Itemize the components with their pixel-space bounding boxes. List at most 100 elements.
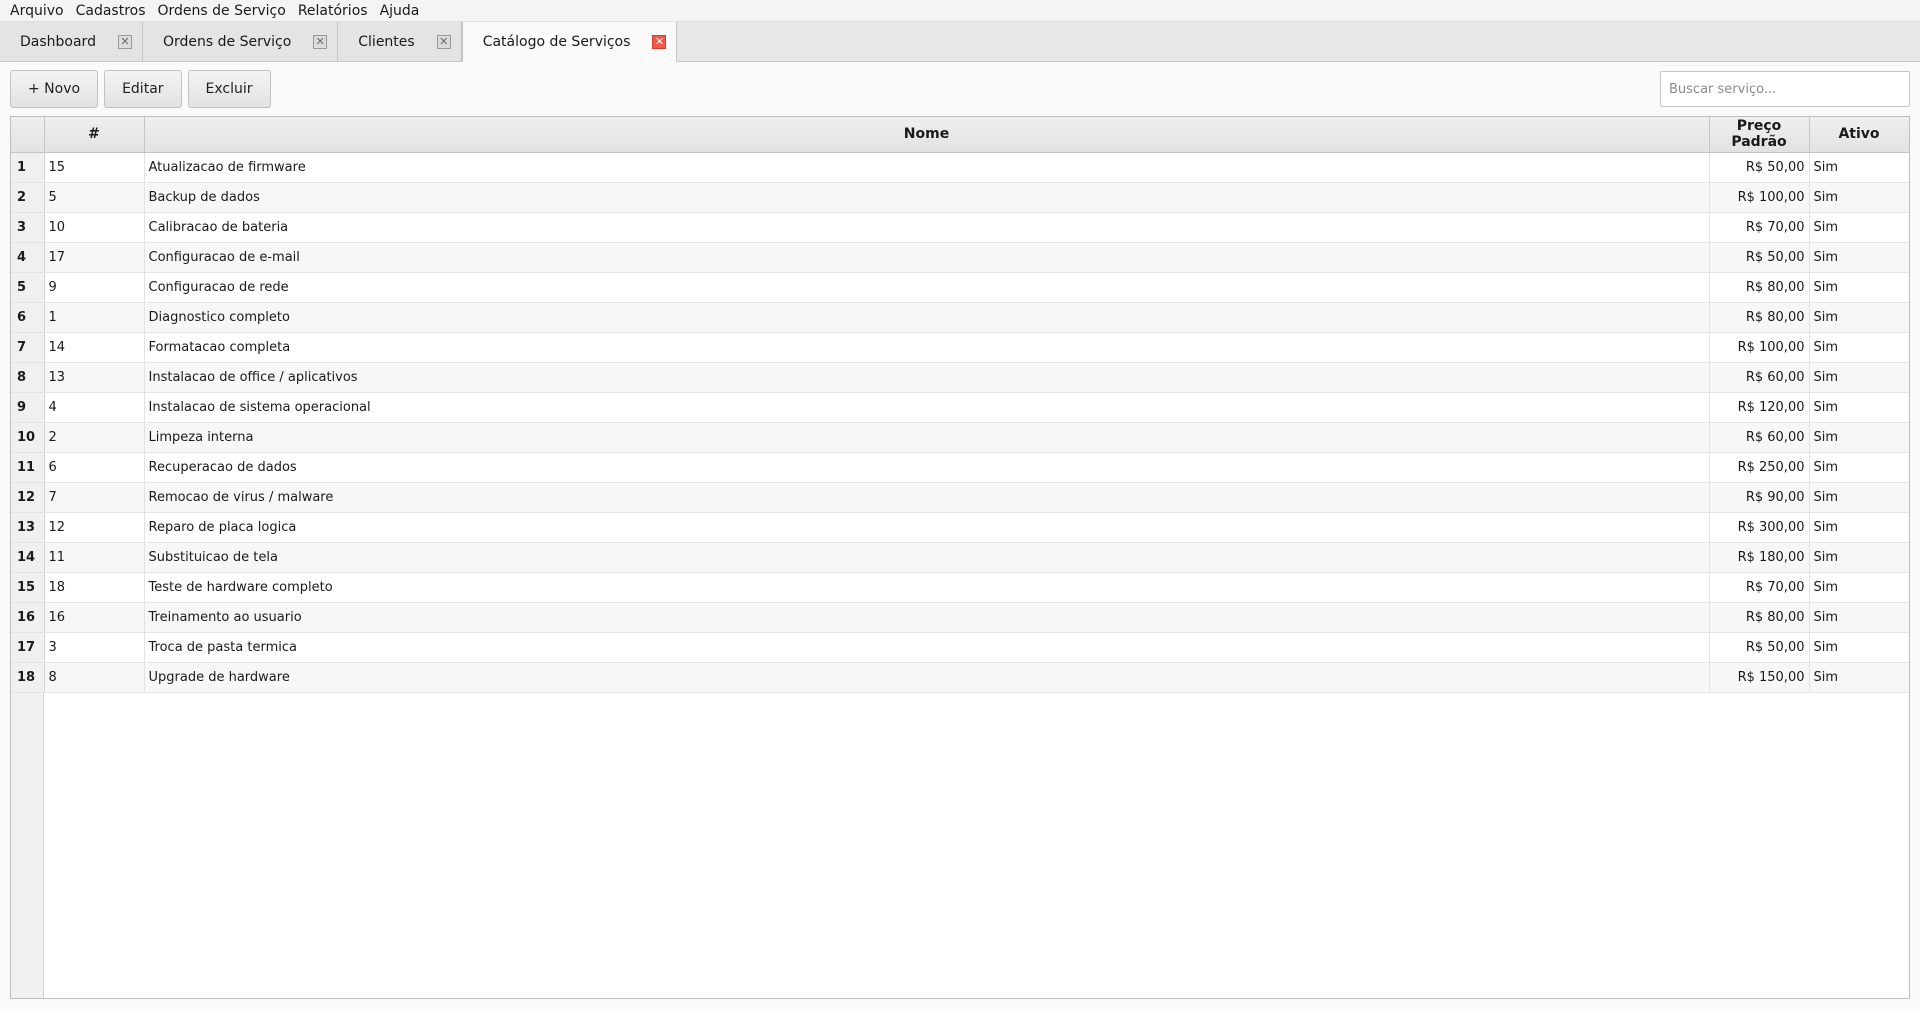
table-row[interactable]: 18 8 Upgrade de hardware R$ 150,00 Sim (11, 662, 1909, 693)
cell-ativo: Sim (1809, 212, 1909, 243)
cell-preco: R$ 70,00 (1709, 572, 1810, 603)
table-row[interactable]: 14 11 Substituicao de tela R$ 180,00 Sim (11, 542, 1909, 573)
close-icon[interactable]: ✕ (313, 34, 328, 49)
cell-ativo: Sim (1809, 542, 1909, 573)
table-row[interactable]: 10 2 Limpeza interna R$ 60,00 Sim (11, 422, 1909, 453)
menu-arquivo[interactable]: Arquivo (4, 0, 70, 22)
cell-nome: Configuracao de e-mail (144, 242, 1710, 273)
cell-id: 7 (44, 482, 145, 513)
tab-label: Catálogo de Serviços (482, 33, 631, 50)
cell-id: 17 (44, 242, 145, 273)
column-header-nome[interactable]: Nome (144, 117, 1710, 153)
menu-ajuda[interactable]: Ajuda (374, 0, 426, 22)
cell-nome: Treinamento ao usuario (144, 602, 1710, 633)
row-number: 12 (11, 482, 45, 513)
table-row[interactable]: 15 18 Teste de hardware completo R$ 70,00 Si… (11, 572, 1909, 603)
cell-id: 2 (44, 422, 145, 453)
cell-ativo: Sim (1809, 242, 1909, 273)
cell-id: 6 (44, 452, 145, 483)
table-row[interactable]: 2 5 Backup de dados R$ 100,00 Sim (11, 182, 1909, 213)
cell-id: 4 (44, 392, 145, 423)
cell-nome: Configuracao de rede (144, 272, 1710, 303)
tab-label: Clientes (358, 33, 415, 50)
cell-ativo: Sim (1809, 512, 1909, 543)
cell-nome: Backup de dados (144, 182, 1710, 213)
cell-id: 9 (44, 272, 145, 303)
table-row[interactable]: 6 1 Diagnostico completo R$ 80,00 Sim (11, 302, 1909, 333)
table-row[interactable]: 12 7 Remocao de virus / malware R$ 90,00 Sim (11, 482, 1909, 513)
cell-nome: Atualizacao de firmware (144, 152, 1710, 183)
close-icon[interactable]: ✕ (117, 34, 132, 49)
menu-ordens-de-servico[interactable]: Ordens de Serviço (152, 0, 292, 22)
table-row[interactable]: 13 12 Reparo de placa logica R$ 300,00 Sim (11, 512, 1909, 543)
cell-ativo: Sim (1809, 452, 1909, 483)
menu-relatorios[interactable]: Relatórios (292, 0, 374, 22)
table-row[interactable]: 7 14 Formatacao completa R$ 100,00 Sim (11, 332, 1909, 363)
cell-nome: Substituicao de tela (144, 542, 1710, 573)
cell-id: 18 (44, 572, 145, 603)
new-button[interactable]: + Novo (10, 70, 99, 108)
tab-ordens-de-servico[interactable]: Ordens de Serviço ✕ (142, 22, 339, 61)
cell-preco: R$ 100,00 (1709, 182, 1810, 213)
services-table[interactable]: # Nome Preço Padrão Ativo 1 15 Atualizacao… (10, 116, 1910, 999)
cell-preco: R$ 250,00 (1709, 452, 1810, 483)
table-row[interactable]: 3 10 Calibracao de bateria R$ 70,00 Sim (11, 212, 1909, 243)
toolbar: + Novo Editar Excluir (0, 62, 1920, 116)
table-row[interactable]: 16 16 Treinamento ao usuario R$ 80,00 Sim (11, 602, 1909, 633)
cell-id: 11 (44, 542, 145, 573)
column-header-ativo[interactable]: Ativo (1809, 117, 1909, 153)
cell-preco: R$ 90,00 (1709, 482, 1810, 513)
table-row[interactable]: 8 13 Instalacao de office / aplicativos R$ … (11, 362, 1909, 393)
cell-nome: Remocao de virus / malware (144, 482, 1710, 513)
menu-cadastros[interactable]: Cadastros (70, 0, 152, 22)
cell-id: 16 (44, 602, 145, 633)
corner-header (11, 117, 45, 153)
cell-nome: Instalacao de office / aplicativos (144, 362, 1710, 393)
row-number: 17 (11, 632, 45, 663)
row-number: 11 (11, 452, 45, 483)
edit-button[interactable]: Editar (104, 70, 182, 108)
tab-dashboard[interactable]: Dashboard ✕ (0, 22, 143, 61)
cell-ativo: Sim (1809, 272, 1909, 303)
column-header-preco[interactable]: Preço Padrão (1709, 117, 1810, 153)
table-row[interactable]: 17 3 Troca de pasta termica R$ 50,00 Sim (11, 632, 1909, 663)
close-icon[interactable]: ✕ (652, 34, 667, 49)
cell-ativo: Sim (1809, 302, 1909, 333)
cell-nome: Formatacao completa (144, 332, 1710, 363)
cell-nome: Calibracao de bateria (144, 212, 1710, 243)
cell-id: 3 (44, 632, 145, 663)
row-number: 14 (11, 542, 45, 573)
cell-nome: Troca de pasta termica (144, 632, 1710, 663)
cell-preco: R$ 50,00 (1709, 632, 1810, 663)
column-header-id[interactable]: # (44, 117, 145, 153)
tab-label: Ordens de Serviço (162, 33, 292, 50)
row-number: 10 (11, 422, 45, 453)
cell-ativo: Sim (1809, 182, 1909, 213)
cell-preco: R$ 50,00 (1709, 242, 1810, 273)
table-row[interactable]: 1 15 Atualizacao de firmware R$ 50,00 Sim (11, 152, 1909, 183)
cell-ativo: Sim (1809, 572, 1909, 603)
tab-catalogo-de-servicos[interactable]: Catálogo de Serviços ✕ (461, 22, 678, 62)
catalog-panel: + Novo Editar Excluir # Nome Preço Padrã… (0, 62, 1920, 1009)
cell-nome: Teste de hardware completo (144, 572, 1710, 603)
cell-nome: Upgrade de hardware (144, 662, 1710, 693)
table-row[interactable]: 11 6 Recuperacao de dados R$ 250,00 Sim (11, 452, 1909, 483)
tab-bar: Dashboard ✕ Ordens de Serviço ✕ Clientes… (0, 22, 1920, 62)
row-number: 7 (11, 332, 45, 363)
row-number: 5 (11, 272, 45, 303)
row-number: 1 (11, 152, 45, 183)
tab-clientes[interactable]: Clientes ✕ (338, 22, 462, 61)
cell-ativo: Sim (1809, 422, 1909, 453)
table-row[interactable]: 5 9 Configuracao de rede R$ 80,00 Sim (11, 272, 1909, 303)
cell-id: 15 (44, 152, 145, 183)
delete-button[interactable]: Excluir (187, 70, 271, 108)
row-number: 15 (11, 572, 45, 603)
close-icon[interactable]: ✕ (436, 34, 451, 49)
search-input[interactable] (1660, 71, 1910, 107)
menu-bar: Arquivo Cadastros Ordens de Serviço Rela… (0, 0, 1920, 22)
cell-nome: Diagnostico completo (144, 302, 1710, 333)
cell-nome: Limpeza interna (144, 422, 1710, 453)
table-row[interactable]: 9 4 Instalacao de sistema operacional R$ 12… (11, 392, 1909, 423)
table-row[interactable]: 4 17 Configuracao de e-mail R$ 50,00 Sim (11, 242, 1909, 273)
tab-label: Dashboard (20, 33, 96, 50)
